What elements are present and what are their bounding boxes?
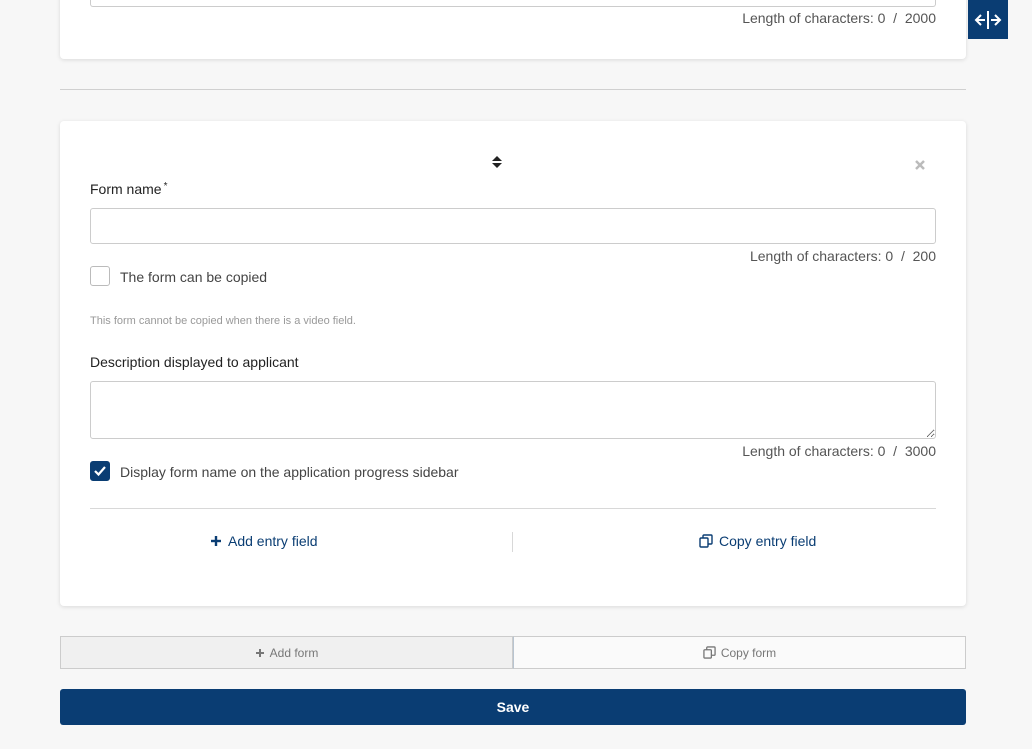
add-form-button[interactable]: Add form: [60, 636, 513, 669]
copy-form-button[interactable]: Copy form: [513, 636, 966, 669]
form-copyable-label: The form can be copied: [120, 269, 268, 285]
plus-icon: [255, 648, 264, 657]
plus-icon: [211, 536, 221, 546]
save-button[interactable]: Save: [60, 689, 966, 725]
section-separator: [60, 89, 966, 90]
form-name-input[interactable]: [90, 208, 936, 244]
copy-entry-field-button[interactable]: Copy entry field: [699, 533, 816, 549]
expand-horizontal-icon: [974, 10, 1002, 29]
check-icon: [94, 466, 106, 477]
copy-icon: [699, 534, 713, 548]
form-copyable-checkbox[interactable]: [90, 266, 110, 286]
description-textarea[interactable]: [90, 381, 936, 439]
entry-actions-divider: [90, 508, 936, 509]
required-mark: *: [163, 181, 168, 192]
form-actions: Add form Copy form: [60, 636, 966, 669]
expand-width-button[interactable]: [968, 0, 1008, 39]
previous-form-card: Length of characters: 0 / 2000: [60, 0, 966, 59]
entry-actions-vertical-divider: [512, 532, 513, 552]
copy-icon: [703, 646, 716, 659]
close-icon[interactable]: [914, 159, 926, 171]
description-label: Description displayed to applicant: [90, 354, 299, 370]
form-name-counter: Length of characters: 0 / 200: [749, 248, 936, 264]
add-entry-field-button[interactable]: Add entry field: [210, 533, 318, 549]
previous-description-counter: Length of characters: 0 / 2000: [742, 10, 936, 26]
copy-restriction-note: This form cannot be copied when there is…: [90, 315, 356, 327]
previous-description-textarea[interactable]: [90, 0, 936, 7]
display-name-label: Display form name on the application pro…: [120, 464, 459, 480]
display-name-checkbox[interactable]: [90, 461, 110, 481]
description-counter: Length of characters: 0 / 3000: [742, 443, 936, 459]
sort-icon[interactable]: [490, 154, 504, 170]
form-card: Form name * Length of characters: 0 / 200…: [60, 121, 966, 606]
form-name-label: Form name *: [90, 181, 168, 197]
